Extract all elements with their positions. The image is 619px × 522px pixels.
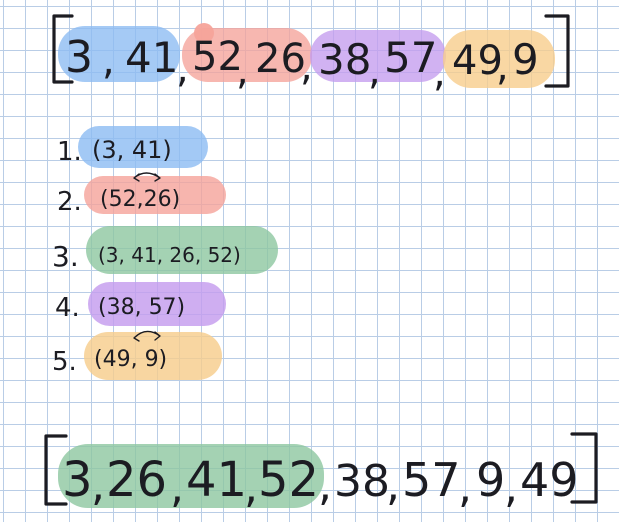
bottom-comma-4: ,: [386, 460, 400, 511]
bottom-value-6: 9: [476, 453, 505, 507]
step-5-number: 5.: [52, 347, 77, 377]
top-comma-5: ,: [433, 50, 446, 96]
bottom-comma-0: ,: [91, 460, 105, 511]
top-value-7: 9: [512, 35, 539, 84]
step-3-text: (3, 41, 26, 52): [98, 243, 241, 267]
top-value-4: 38: [318, 35, 371, 84]
step-5-text: (49, 9): [94, 347, 167, 372]
step-1-number: 1.: [57, 137, 82, 167]
step-2-text: (52,26): [100, 187, 180, 212]
notebook-canvas: 3 , 41 , 52 , 26 , 38 , 57 , 49 , 9 1. (…: [44, 14, 598, 513]
top-value-5: 57: [384, 33, 437, 82]
bottom-comma-3: ,: [318, 460, 332, 511]
top-comma-2: ,: [236, 48, 249, 94]
bottom-value-3: 52: [258, 452, 319, 508]
step-1: 1. (3, 41): [57, 126, 208, 168]
bottom-comma-2: ,: [244, 462, 258, 513]
bottom-comma-5: ,: [458, 462, 472, 513]
top-comma-4: ,: [368, 48, 381, 94]
bottom-comma-6: ,: [504, 462, 518, 513]
bottom-value-0: 3: [62, 452, 93, 508]
step-4-number: 4.: [55, 293, 80, 323]
bottom-array: 3 , 26 , 41 , 52 , 38 , 57 , 9 , 49: [44, 432, 598, 513]
step-3: 3. (3, 41, 26, 52): [52, 226, 278, 274]
bottom-value-2: 41: [186, 452, 247, 508]
top-value-3: 26: [255, 36, 306, 82]
steps-list: 1. (3, 41) 2. (52,26) 3. (3, 41, 26, 52)…: [52, 126, 278, 380]
bottom-value-5: 57: [402, 453, 461, 507]
bottom-comma-1: ,: [170, 462, 184, 513]
top-comma-0: ,: [102, 38, 115, 84]
top-value-0: 3: [65, 32, 93, 83]
top-comma-3: ,: [300, 44, 313, 90]
bottom-value-4: 38: [334, 456, 390, 507]
top-value-1: 41: [125, 33, 178, 82]
top-comma-6: ,: [496, 44, 509, 90]
step-2-number: 2.: [57, 187, 82, 217]
step-4-text: (38, 57): [98, 295, 185, 320]
step-5: 5. (49, 9): [52, 330, 222, 380]
top-comma-1: ,: [176, 46, 189, 92]
step-3-number: 3.: [52, 240, 79, 273]
bottom-value-1: 26: [106, 452, 167, 508]
top-array: 3 , 41 , 52 , 26 , 38 , 57 , 49 , 9: [52, 14, 570, 96]
bottom-value-7: 49: [520, 453, 579, 507]
step-1-text: (3, 41): [92, 136, 172, 164]
step-2: 2. (52,26): [57, 172, 226, 217]
step-4: 4. (38, 57): [55, 282, 226, 326]
